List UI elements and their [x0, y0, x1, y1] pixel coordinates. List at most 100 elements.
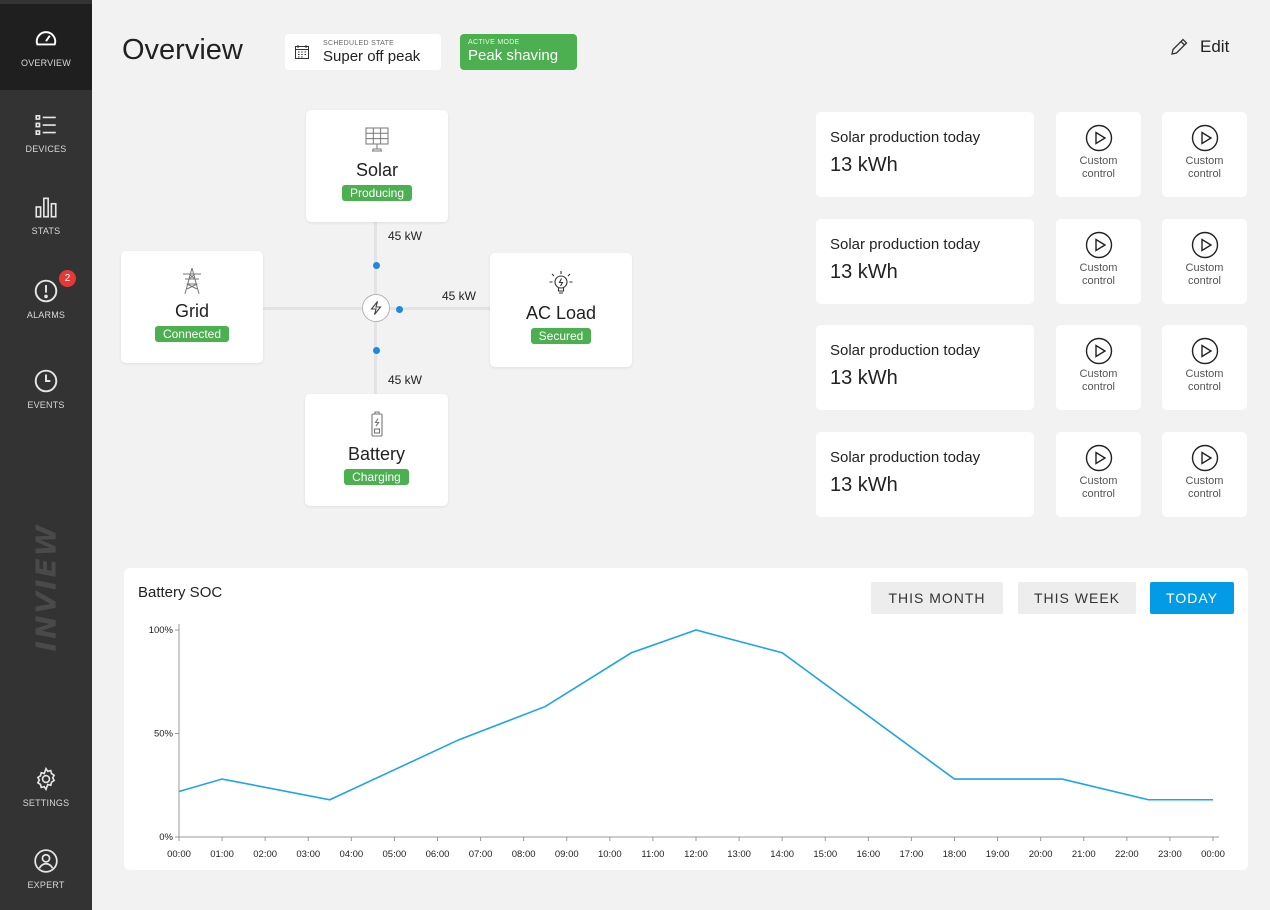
x-tick-label: 08:00 — [512, 849, 536, 860]
custom-control-label: Custom control — [1079, 262, 1118, 287]
production-card-value: 13 kWh — [830, 261, 898, 283]
x-tick-label: 20:00 — [1029, 849, 1053, 860]
edit-button[interactable]: Edit — [1170, 37, 1229, 57]
nav-devices[interactable]: DEVICES — [0, 90, 92, 176]
y-tick-label: 0% — [159, 832, 173, 843]
custom-control-button[interactable]: Custom control — [1056, 112, 1141, 197]
ac-load-name: AC Load — [525, 303, 597, 323]
gauge-icon — [35, 31, 57, 46]
range-today-button[interactable]: TODAY — [1150, 582, 1234, 614]
pencil-icon — [1171, 38, 1188, 55]
range-this-week-button[interactable]: THIS WEEK — [1018, 582, 1136, 614]
active-mode-value: Peak shaving — [468, 47, 559, 64]
brand-logo: INVIEW — [26, 523, 66, 651]
list-icon — [35, 114, 56, 136]
custom-control-label: Custom control — [1185, 368, 1224, 393]
custom-control-label: Custom control — [1079, 475, 1118, 500]
scheduled-state-label: SCHEDULED STATE — [323, 39, 395, 47]
x-tick-label: 07:00 — [469, 849, 493, 860]
bolt-icon — [370, 301, 382, 315]
custom-control-button[interactable]: Custom control — [1056, 219, 1141, 304]
production-card-title: Solar production today — [830, 449, 981, 466]
battery-icon — [370, 411, 383, 437]
grid-node[interactable]: Grid Connected — [121, 251, 263, 363]
scheduled-state-value: Super off peak — [323, 47, 421, 65]
nav-expert[interactable]: EXPERT — [0, 826, 92, 910]
y-tick-label: 100% — [149, 625, 174, 636]
range-this-month-button[interactable]: THIS MONTH — [871, 582, 1003, 614]
user-icon — [34, 849, 58, 873]
custom-control-button[interactable]: Custom control — [1162, 325, 1247, 410]
solar-node[interactable]: Solar Producing — [306, 110, 448, 222]
x-tick-label: 03:00 — [296, 849, 320, 860]
power-tower-icon — [183, 267, 201, 295]
x-tick-label: 15:00 — [813, 849, 837, 860]
custom-control-button[interactable]: Custom control — [1056, 325, 1141, 410]
bar-chart-icon — [35, 197, 57, 218]
nav-label-settings: SETTINGS — [22, 798, 70, 808]
battery-status-badge: Charging — [344, 469, 409, 485]
x-tick-label: 05:00 — [383, 849, 407, 860]
solar-name: Solar — [355, 160, 399, 180]
flow-dot-solar — [373, 262, 380, 269]
x-tick-label: 00:00 — [1201, 849, 1225, 860]
chart-title: Battery SOC — [138, 584, 223, 601]
nav-label-overview: OVERVIEW — [21, 58, 71, 68]
battery-soc-panel: 100% 50% 0% 00:00 01:00 02:00 03:00 04:00 05:00 0… — [124, 568, 1248, 870]
custom-control-label: Custom control — [1079, 155, 1118, 180]
custom-control-button[interactable]: Custom control — [1162, 432, 1247, 517]
x-tick-label: 19:00 — [986, 849, 1010, 860]
flow-dot-load — [396, 306, 403, 313]
custom-control-label: Custom control — [1185, 475, 1224, 500]
custom-control-button[interactable]: Custom control — [1162, 219, 1247, 304]
grid-status-badge: Connected — [154, 326, 230, 342]
play-circle-icon — [1191, 444, 1218, 472]
play-circle-icon — [1085, 231, 1112, 259]
x-tick-label: 00:00 — [167, 849, 191, 860]
play-circle-icon — [1191, 337, 1218, 365]
nav-label-stats: STATS — [31, 226, 61, 236]
page-title: Overview — [122, 34, 243, 66]
custom-control-label: Custom control — [1185, 262, 1224, 287]
nav-stats[interactable]: STATS — [0, 172, 92, 258]
active-mode-chip: ACTIVE MODE Peak shaving — [460, 34, 577, 70]
nav-alarms[interactable]: 2 ALARMS — [0, 256, 92, 342]
ac-load-status-badge: Secured — [530, 328, 592, 344]
nav-label-alarms: ALARMS — [26, 310, 66, 320]
battery-power-label: 45 kW — [388, 373, 423, 387]
grid-name: Grid — [174, 301, 209, 321]
active-mode-label: ACTIVE MODE — [468, 39, 520, 46]
solar-status-badge: Producing — [341, 185, 413, 201]
sidebar: OVERVIEW DEVICES STATS 2 ALARMS EVENTS I… — [0, 0, 92, 910]
production-card-value: 13 kWh — [830, 154, 898, 176]
alarm-count-badge: 2 — [59, 270, 76, 287]
production-card: Solar production today 13 kWh — [816, 432, 1034, 517]
light-bulb-icon — [549, 271, 573, 294]
battery-node[interactable]: Battery Charging — [305, 394, 448, 506]
production-card-title: Solar production today — [830, 236, 981, 253]
custom-control-label: Custom control — [1079, 368, 1118, 393]
play-circle-icon — [1191, 124, 1218, 152]
battery-name: Battery — [347, 444, 406, 464]
solar-power-label: 45 kW — [388, 229, 423, 243]
x-tick-label: 11:00 — [641, 849, 664, 860]
gear-icon — [36, 766, 56, 792]
play-circle-icon — [1085, 124, 1112, 152]
x-tick-label: 18:00 — [943, 849, 967, 860]
nav-label-expert: EXPERT — [27, 880, 65, 890]
nav-events[interactable]: EVENTS — [0, 346, 92, 432]
brand-text: INVIEW — [29, 523, 63, 651]
x-tick-label: 23:00 — [1158, 849, 1182, 860]
production-card-value: 13 kWh — [830, 474, 898, 496]
ac-load-node[interactable]: AC Load Secured — [490, 253, 632, 367]
custom-control-button[interactable]: Custom control — [1056, 432, 1141, 517]
x-tick-label: 21:00 — [1072, 849, 1096, 860]
production-card: Solar production today 13 kWh — [816, 219, 1034, 304]
custom-control-button[interactable]: Custom control — [1162, 112, 1247, 197]
nav-settings[interactable]: SETTINGS — [0, 744, 92, 830]
edit-label: Edit — [1200, 37, 1230, 56]
production-card: Solar production today 13 kWh — [816, 112, 1034, 197]
solar-panel-icon — [365, 127, 389, 152]
x-tick-label: 13:00 — [727, 849, 751, 860]
nav-overview[interactable]: OVERVIEW — [0, 4, 92, 90]
